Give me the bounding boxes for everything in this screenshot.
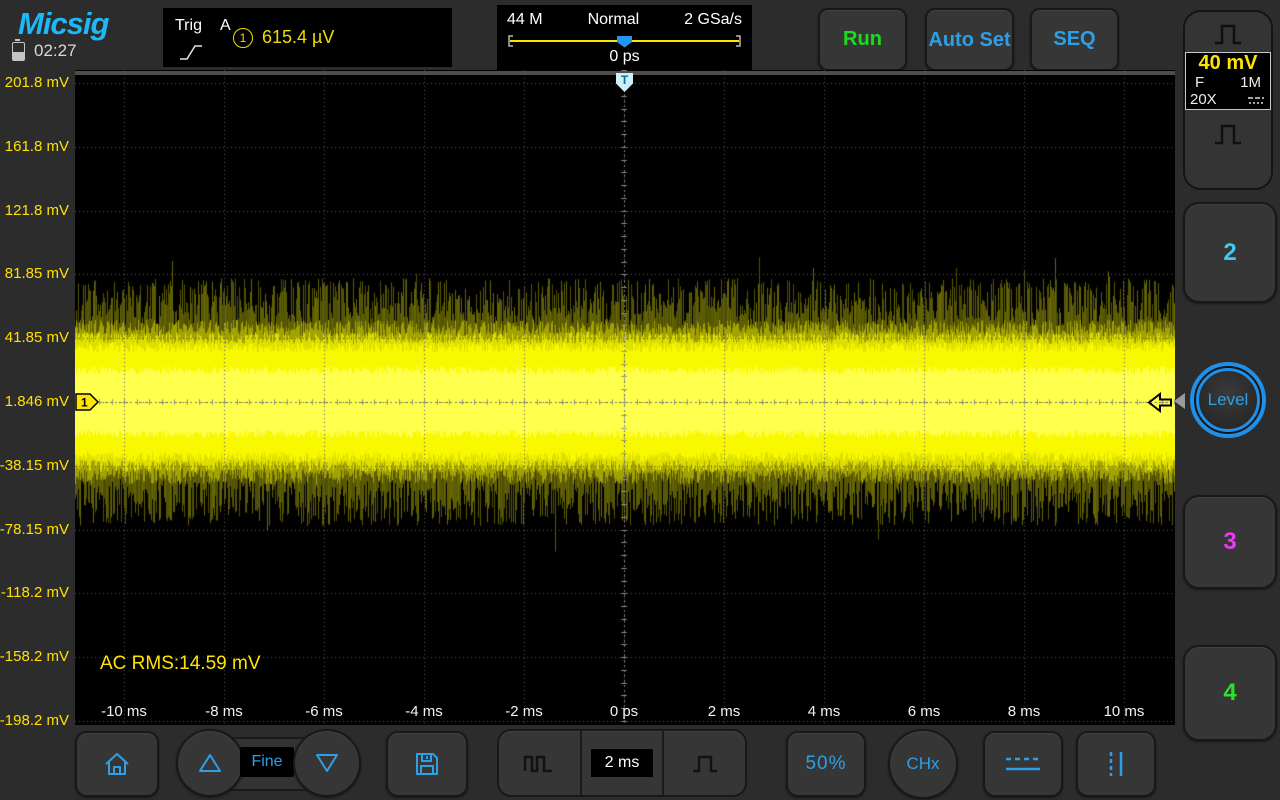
home-button[interactable] xyxy=(75,731,159,797)
y-axis-label: 41.85 mV xyxy=(5,329,69,346)
trigger-status-box[interactable]: Trig A 1 615.4 µV xyxy=(163,8,452,67)
x-axis-label: 0 ps xyxy=(610,703,638,720)
brand-logo: Micsig xyxy=(18,6,108,42)
memory-depth: 44 M xyxy=(507,11,543,29)
scale-up-pulse-icon[interactable] xyxy=(1211,19,1245,49)
channel2-button[interactable]: 2 xyxy=(1183,202,1277,303)
coupling-icon xyxy=(1246,95,1266,105)
trigger-level-readout: 1 615.4 µV xyxy=(233,8,334,67)
x-axis-label: 2 ms xyxy=(708,703,741,720)
trigger-position-marker xyxy=(617,36,632,48)
channel3-button[interactable]: 3 xyxy=(1183,495,1277,589)
trigger-level-value: 615.4 µV xyxy=(262,27,334,48)
sample-rate: 2 GSa/s xyxy=(684,11,742,29)
channel1-scale: 40 mV xyxy=(1186,53,1270,74)
up-arrow-icon xyxy=(196,750,224,776)
y-axis-label: 201.8 mV xyxy=(5,74,69,91)
channel1-marker[interactable]: 1 xyxy=(75,393,101,411)
oscilloscope-screen: Micsig 02:27 Trig A 1 615.4 µV 44 M Norm… xyxy=(0,0,1280,800)
adjust-up-button[interactable] xyxy=(176,729,244,797)
adjust-down-button[interactable] xyxy=(293,729,361,797)
level-pointer-icon xyxy=(1174,393,1185,409)
horizontal-cursors-icon xyxy=(1001,750,1045,778)
x-axis-label: -2 ms xyxy=(505,703,543,720)
waveform-canvas[interactable] xyxy=(75,70,1175,725)
home-icon xyxy=(102,750,132,778)
y-axis-label: -78.15 mV xyxy=(0,521,69,538)
save-icon xyxy=(413,750,441,778)
channel1-info-box[interactable]: 40 mV F 1M 20X xyxy=(1185,52,1271,110)
channel1-impedance: 1M xyxy=(1240,74,1261,91)
x-axis-label: 4 ms xyxy=(808,703,841,720)
measurement-readout: AC RMS:14.59 mV xyxy=(100,653,261,675)
x-axis-label: -10 ms xyxy=(101,703,147,720)
channel-select-button[interactable]: CHx xyxy=(888,729,958,799)
acquisition-status-box[interactable]: 44 M Normal 2 GSa/s 0 ps xyxy=(497,5,752,70)
timebase-expand-button[interactable] xyxy=(662,731,745,795)
y-axis-label: 1.846 mV xyxy=(5,393,69,410)
waveform-display[interactable]: T 1 -10 ms-8 ms-6 ms-4 ms-2 ms0 ps2 ms4 … xyxy=(75,70,1175,725)
y-axis-label: -118.2 mV xyxy=(1,584,69,601)
vertical-cursors-icon xyxy=(1096,748,1136,780)
x-axis-label: -8 ms xyxy=(205,703,243,720)
timebase-compress-button[interactable] xyxy=(499,731,580,795)
y-axis-label: 161.8 mV xyxy=(5,138,69,155)
scale-down-pulse-icon[interactable] xyxy=(1211,119,1245,149)
seq-button[interactable]: SEQ xyxy=(1030,8,1119,71)
y-axis-label: 81.85 mV xyxy=(5,265,69,282)
trigger-source-badge: 1 xyxy=(233,28,253,48)
autoset-button[interactable]: Auto Set xyxy=(925,8,1014,71)
channel1-coupling: F xyxy=(1195,74,1204,91)
x-axis-label: -6 ms xyxy=(305,703,343,720)
x-axis-labels: -10 ms -8 ms -6 ms -4 ms -2 ms 0 ps 2 ms 4 ms 6 … xyxy=(75,703,1175,723)
trigger-level-knob-face[interactable]: Level xyxy=(1196,368,1260,432)
run-button[interactable]: Run xyxy=(818,8,907,71)
x-axis-label: 8 ms xyxy=(1008,703,1041,720)
fine-mode-label[interactable]: Fine xyxy=(240,747,294,777)
battery-icon xyxy=(12,42,25,61)
x-axis-label: 10 ms xyxy=(1104,703,1145,720)
trigger-mode: Normal xyxy=(588,11,640,29)
channel1-probe: 20X xyxy=(1190,91,1217,108)
vertical-cursors-button[interactable] xyxy=(1076,731,1156,797)
timebase-control: 2 ms xyxy=(497,729,747,797)
clock: 02:27 xyxy=(34,41,77,61)
channel1-scale-control[interactable]: 40 mV F 1M 20X xyxy=(1183,10,1273,190)
trigger-mode-label: A xyxy=(220,17,231,35)
timebase-expand-icon xyxy=(689,751,721,775)
trigger-level-knob[interactable]: Level xyxy=(1190,362,1266,438)
horizontal-cursors-button[interactable] xyxy=(983,731,1063,797)
timebase-value-button[interactable]: 2 ms xyxy=(580,731,663,795)
y-axis-labels: 201.8 mV 161.8 mV 121.8 mV 81.85 mV 41.85 mV… xyxy=(0,70,72,725)
y-axis-label: -198.2 mV xyxy=(0,712,69,729)
acquisition-readouts: 44 M Normal 2 GSa/s xyxy=(497,11,752,29)
timebase-value: 2 ms xyxy=(591,749,653,777)
trigger-position-slider[interactable] xyxy=(507,34,742,48)
x-axis-label: 6 ms xyxy=(908,703,941,720)
rising-edge-icon xyxy=(178,42,204,64)
trigger-level-arrow[interactable] xyxy=(1147,392,1173,413)
trigger-label: Trig xyxy=(175,17,202,35)
fifty-percent-button[interactable]: 50% xyxy=(786,731,866,797)
timebase-compress-icon xyxy=(523,751,555,775)
y-axis-label: 121.8 mV xyxy=(5,202,69,219)
svg-text:1: 1 xyxy=(81,396,88,410)
trigger-delay-value: 0 ps xyxy=(497,48,752,66)
down-arrow-icon xyxy=(313,750,341,776)
channel4-button[interactable]: 4 xyxy=(1183,645,1277,741)
y-axis-label: -38.15 mV xyxy=(0,457,69,474)
save-button[interactable] xyxy=(386,731,468,797)
y-axis-label: -158.2 mV xyxy=(0,648,69,665)
x-axis-label: -4 ms xyxy=(405,703,443,720)
